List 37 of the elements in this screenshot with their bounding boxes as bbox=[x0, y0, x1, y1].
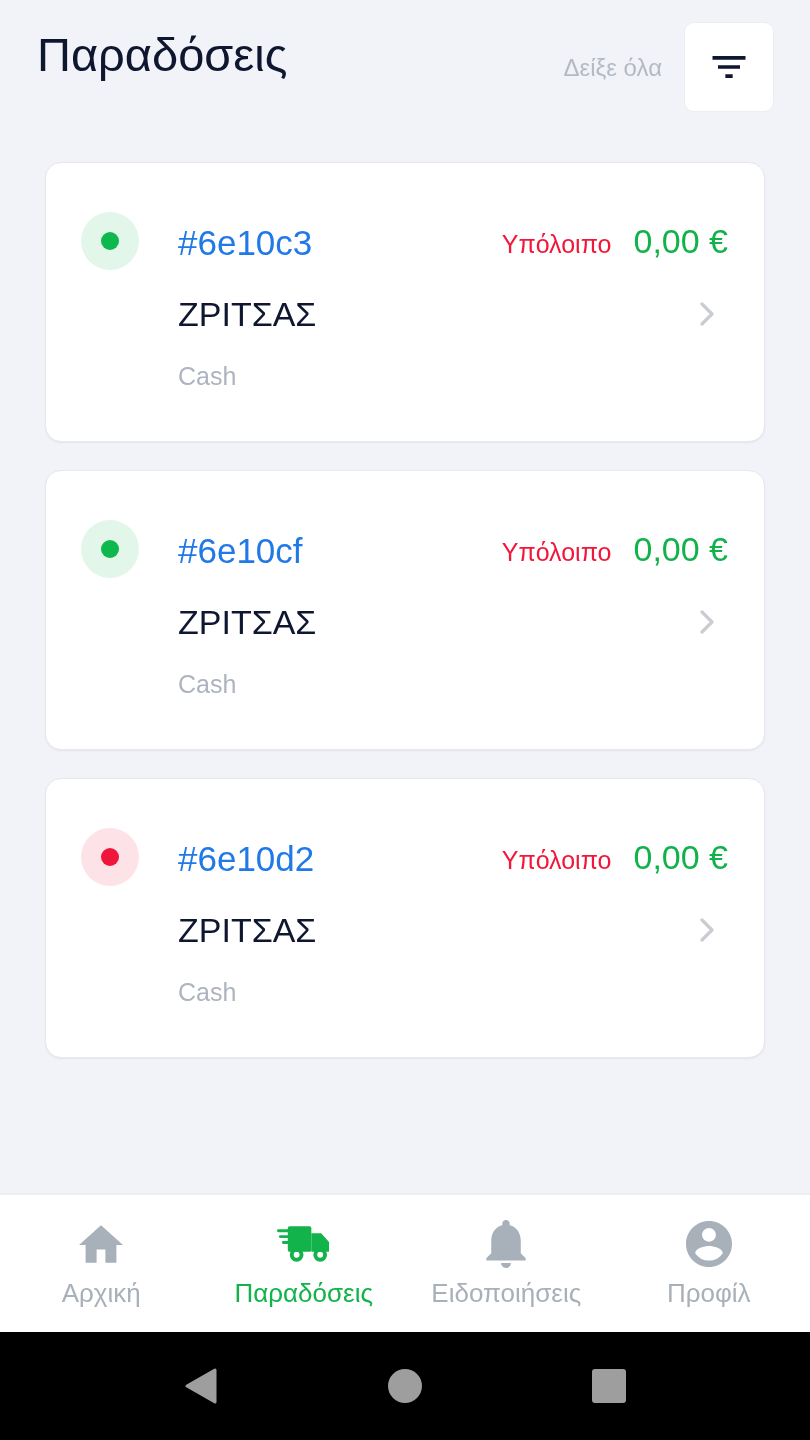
home-circle-icon[interactable] bbox=[388, 1369, 422, 1403]
home-icon bbox=[79, 1225, 124, 1263]
order-id: #6e10cf bbox=[178, 530, 303, 572]
status-dot-icon bbox=[81, 520, 139, 578]
chevron-right-icon bbox=[700, 610, 714, 634]
balance-label: Υπόλοιπο bbox=[501, 229, 612, 259]
payment-method: Cash bbox=[178, 361, 237, 391]
delivery-card[interactable]: #6e10c3 Υπόλοιπο 0,00 € ΖΡΙΤΣΑΣ Cash bbox=[45, 162, 765, 442]
nav-tab[interactable]: Ειδοποιήσεις bbox=[405, 1195, 608, 1332]
payment-method: Cash bbox=[178, 669, 237, 699]
delivery-card[interactable]: #6e10d2 Υπόλοιπο 0,00 € ΖΡΙΤΣΑΣ Cash bbox=[45, 778, 765, 1058]
customer-name: ΖΡΙΤΣΑΣ bbox=[178, 296, 317, 332]
customer-name: ΖΡΙΤΣΑΣ bbox=[178, 604, 317, 640]
balance-amount: 0,00 € bbox=[633, 221, 728, 261]
fast-truck-icon bbox=[277, 1226, 331, 1262]
order-id: #6e10c3 bbox=[178, 222, 313, 264]
nav-tab[interactable]: Παραδόσεις bbox=[202, 1195, 405, 1332]
page-title: Παραδόσεις bbox=[37, 27, 288, 83]
filter-icon bbox=[712, 56, 746, 78]
payment-method: Cash bbox=[178, 977, 237, 1007]
balance-label: Υπόλοιπο bbox=[501, 537, 612, 567]
order-id: #6e10d2 bbox=[178, 838, 315, 880]
delivery-card[interactable]: #6e10cf Υπόλοιπο 0,00 € ΖΡΙΤΣΑΣ Cash bbox=[45, 470, 765, 750]
chevron-right-icon bbox=[700, 918, 714, 942]
bell-icon bbox=[486, 1220, 527, 1268]
balance-label: Υπόλοιπο bbox=[501, 845, 612, 875]
status-dot-icon bbox=[81, 212, 139, 270]
status-dot-icon bbox=[81, 828, 139, 886]
back-icon[interactable] bbox=[185, 1368, 217, 1404]
balance-amount: 0,00 € bbox=[633, 529, 728, 569]
chevron-right-icon bbox=[700, 302, 714, 326]
show-all-link[interactable]: Δείξε όλα bbox=[563, 53, 662, 83]
balance-amount: 0,00 € bbox=[633, 837, 728, 877]
filter-button[interactable] bbox=[684, 22, 774, 112]
nav-tab[interactable]: Προφίλ bbox=[607, 1195, 810, 1332]
customer-name: ΖΡΙΤΣΑΣ bbox=[178, 912, 317, 948]
nav-tab[interactable]: Αρχική bbox=[0, 1195, 203, 1332]
